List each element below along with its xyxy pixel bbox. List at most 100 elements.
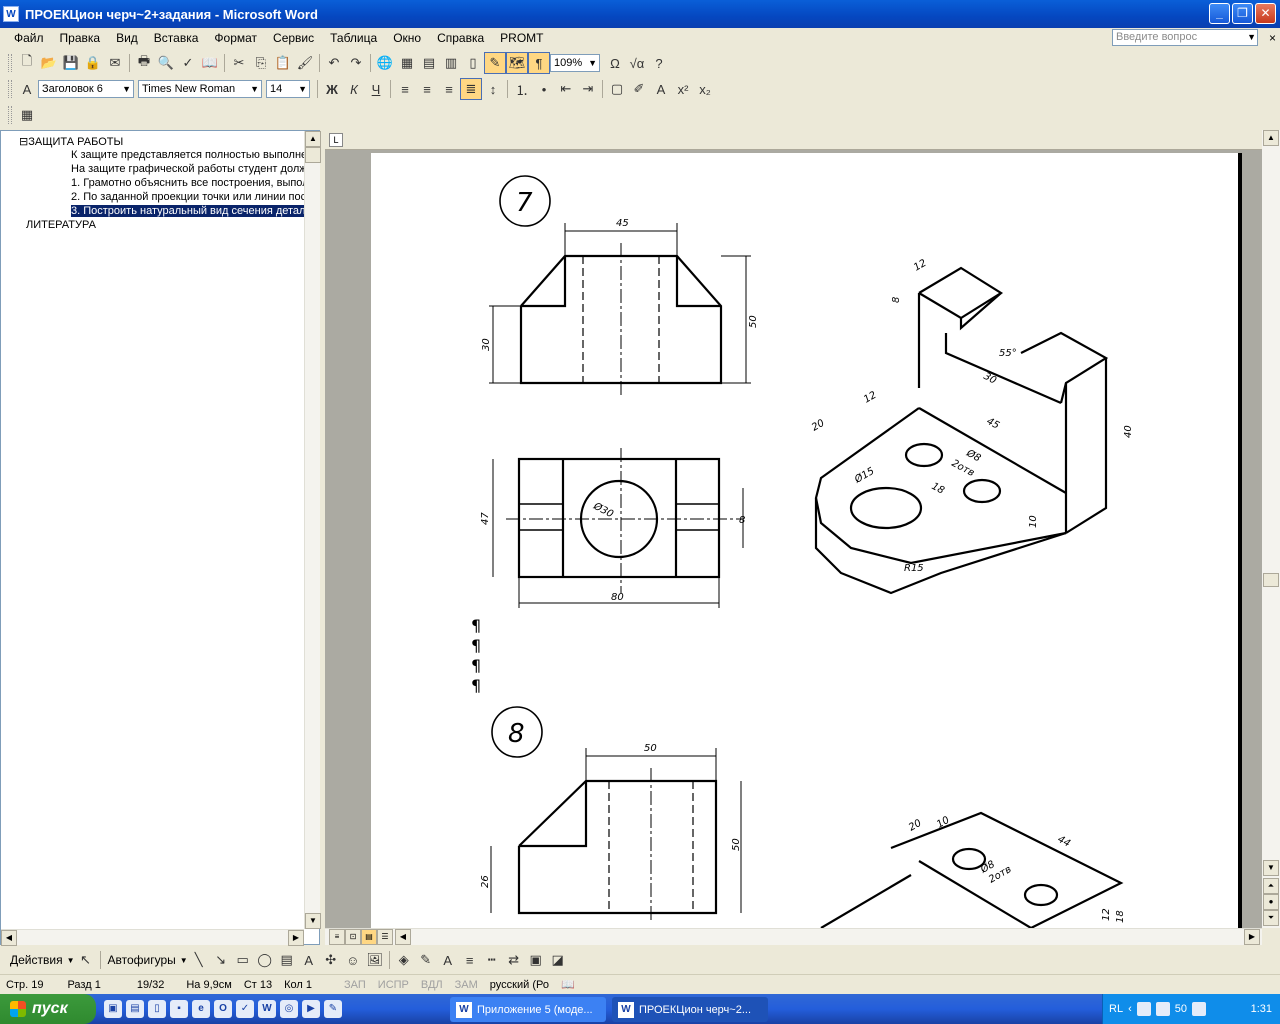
format-painter-icon[interactable]: 🖌 xyxy=(294,52,316,74)
menu-window[interactable]: Окно xyxy=(385,31,429,45)
map-item-literature[interactable]: ЛИТЕРАТУРА xyxy=(26,219,96,231)
browse-object-icon[interactable]: ● xyxy=(1263,894,1279,910)
textbox-icon[interactable]: ▤ xyxy=(276,949,298,971)
docmap-hscroll[interactable]: ◀ ▶ xyxy=(1,929,304,946)
open-folder-icon[interactable]: 📂 xyxy=(38,52,60,74)
wordart-icon[interactable]: A xyxy=(298,949,320,971)
tab-selector[interactable]: L xyxy=(329,133,343,147)
minimize-button[interactable]: _ xyxy=(1209,3,1230,24)
status-record[interactable]: ЗАП xyxy=(338,979,372,991)
font-color-icon[interactable]: A xyxy=(650,78,672,100)
rectangle-icon[interactable]: ▭ xyxy=(232,949,254,971)
previous-page-icon[interactable]: ⏶ xyxy=(1263,878,1279,894)
superscript-icon[interactable]: x² xyxy=(672,78,694,100)
new-document-icon[interactable]: 🗋 xyxy=(16,52,38,74)
app-icon[interactable]: ◎ xyxy=(280,1000,298,1018)
line-spacing-icon[interactable]: ↕ xyxy=(482,78,504,100)
tray-app-icon[interactable] xyxy=(1191,1002,1206,1016)
explorer-icon[interactable]: ▤ xyxy=(126,1000,144,1018)
align-right-icon[interactable]: ≡ xyxy=(438,78,460,100)
save-icon[interactable]: 💾 xyxy=(60,52,82,74)
outlook-icon[interactable]: O xyxy=(214,1000,232,1018)
chevron-down-icon[interactable]: ▼ xyxy=(1247,30,1256,45)
help-icon[interactable]: ? xyxy=(648,52,670,74)
bullets-icon[interactable]: • xyxy=(533,78,555,100)
task-appendix-5[interactable]: W Приложение 5 (моде... xyxy=(450,997,606,1022)
chevron-down-icon[interactable]: ▼ xyxy=(122,81,131,97)
copy-icon[interactable]: ⎘ xyxy=(250,52,272,74)
select-objects-icon[interactable]: ↖ xyxy=(75,949,97,971)
insert-table-icon[interactable]: ▤ xyxy=(418,52,440,74)
cut-icon[interactable]: ✂ xyxy=(228,52,250,74)
desktop-icon[interactable]: ▣ xyxy=(104,1000,122,1018)
scroll-left-icon[interactable]: ◀ xyxy=(395,929,411,945)
numbering-icon[interactable]: ⒈ xyxy=(511,78,533,100)
borders-icon[interactable]: ▢ xyxy=(606,78,628,100)
dash-style-icon[interactable]: ┅ xyxy=(481,949,503,971)
actions-menu[interactable]: Действия xyxy=(6,953,67,967)
increase-indent-icon[interactable]: ⇥ xyxy=(577,78,599,100)
redo-icon[interactable]: ↷ xyxy=(345,52,367,74)
security-icon[interactable] xyxy=(1155,1002,1170,1016)
ask-question-input[interactable]: Введите вопрос ▼ xyxy=(1112,29,1258,46)
oval-icon[interactable]: ◯ xyxy=(254,949,276,971)
maximize-button[interactable]: ❐ xyxy=(1232,3,1253,24)
tool-icon[interactable]: ✓ xyxy=(236,1000,254,1018)
pen-icon[interactable]: ✎ xyxy=(324,1000,342,1018)
font-combo[interactable]: Times New Roman ▼ xyxy=(138,80,262,98)
document-hscroll[interactable]: ≡ ⊡ ▤ ☰ ◀ ▶ xyxy=(325,928,1262,945)
chevron-down-icon[interactable]: ▼ xyxy=(180,956,188,965)
menu-view[interactable]: Вид xyxy=(108,31,146,45)
map-item-defense[interactable]: ⊟ЗАЩИТА РАБОТЫ xyxy=(19,135,123,148)
media-icon[interactable]: ▶ xyxy=(302,1000,320,1018)
scroll-down-icon[interactable]: ▼ xyxy=(1263,860,1279,876)
scroll-up-icon[interactable]: ▲ xyxy=(1263,130,1279,146)
email-icon[interactable]: ✉ xyxy=(104,52,126,74)
toolbar-grip[interactable] xyxy=(8,106,12,124)
arrow-icon[interactable]: ↘ xyxy=(210,949,232,971)
align-left-icon[interactable]: ≡ xyxy=(394,78,416,100)
columns-icon[interactable]: ▯ xyxy=(462,52,484,74)
decrease-indent-icon[interactable]: ⇤ xyxy=(555,78,577,100)
scroll-down-icon[interactable]: ▼ xyxy=(305,913,321,929)
picture-icon[interactable]: 🖼 xyxy=(364,949,386,971)
scroll-thumb[interactable] xyxy=(305,147,321,163)
close-button[interactable]: ✕ xyxy=(1255,3,1276,24)
clock[interactable]: 1:31 xyxy=(1251,1003,1272,1015)
save-icon[interactable]: ▪ xyxy=(170,1000,188,1018)
scroll-right-icon[interactable]: ▶ xyxy=(1244,929,1260,945)
word-app-icon[interactable]: W xyxy=(3,6,19,22)
print-layout-icon[interactable]: ▤ xyxy=(361,929,377,945)
network-icon[interactable] xyxy=(1136,1002,1151,1016)
map-item-1[interactable]: К защите представляется полностью выполн… xyxy=(71,149,304,161)
drawing-icon[interactable]: ✎ xyxy=(484,52,506,74)
map-item-3[interactable]: 1. Грамотно объяснить все построения, вы… xyxy=(71,177,304,189)
outline-view-icon[interactable]: ☰ xyxy=(377,929,393,945)
scroll-right-icon[interactable]: ▶ xyxy=(288,930,304,946)
styles-icon[interactable]: A xyxy=(16,78,38,100)
insert-excel-icon[interactable]: ▥ xyxy=(440,52,462,74)
close-document-button[interactable]: × xyxy=(1269,31,1276,45)
scroll-left-icon[interactable]: ◀ xyxy=(1,930,17,946)
print-icon[interactable]: 🖶 xyxy=(133,52,155,74)
word-icon[interactable]: W xyxy=(258,1000,276,1018)
hyperlink-icon[interactable]: 🌐 xyxy=(374,52,396,74)
map-item-4[interactable]: 2. По заданной проекции точки или линии … xyxy=(71,191,304,203)
web-view-icon[interactable]: ⊡ xyxy=(345,929,361,945)
menu-insert[interactable]: Вставка xyxy=(146,31,207,45)
3d-icon[interactable]: ◪ xyxy=(547,949,569,971)
spelling-status-icon[interactable]: 📖 xyxy=(555,978,581,991)
language-indicator[interactable]: RL xyxy=(1109,1003,1123,1015)
status-track[interactable]: ИСПР xyxy=(372,979,415,991)
paste-icon[interactable]: 📋 xyxy=(272,52,294,74)
chevron-down-icon[interactable]: ▼ xyxy=(250,81,259,97)
font-size-combo[interactable]: 14 ▼ xyxy=(266,80,310,98)
chevron-left-icon[interactable]: ‹ xyxy=(1128,1003,1132,1015)
show-hide-icon[interactable]: ¶ xyxy=(528,52,550,74)
spelling-icon[interactable]: ✓ xyxy=(177,52,199,74)
chevron-down-icon[interactable]: ▼ xyxy=(67,956,75,965)
align-center-icon[interactable]: ≡ xyxy=(416,78,438,100)
font-color-icon[interactable]: A xyxy=(437,949,459,971)
justify-icon[interactable]: ≣ xyxy=(460,78,482,100)
highlight-icon[interactable]: ✐ xyxy=(628,78,650,100)
